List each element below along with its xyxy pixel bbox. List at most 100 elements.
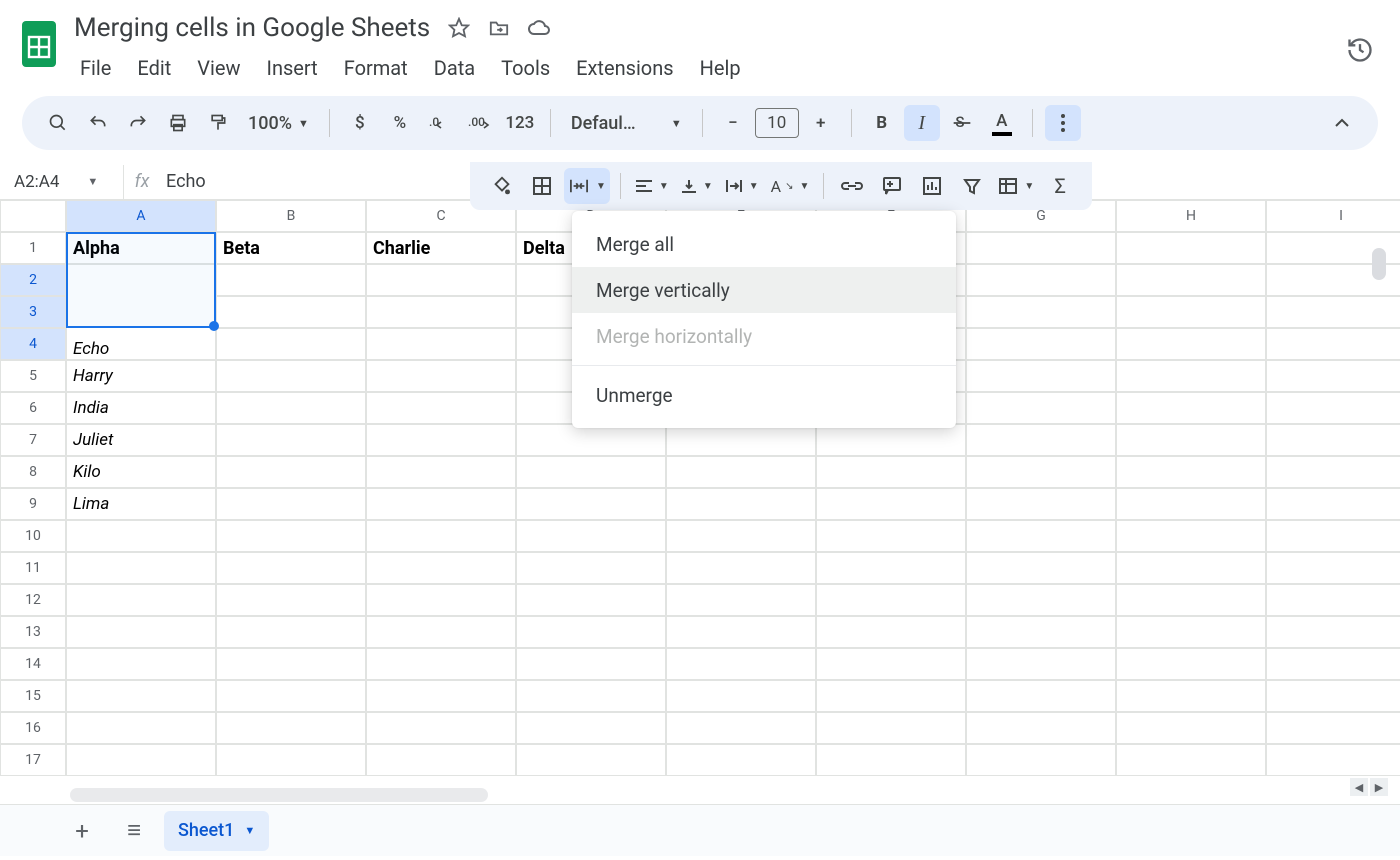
- row-header-6[interactable]: 6: [0, 392, 66, 424]
- cell-a6[interactable]: India: [66, 392, 216, 424]
- select-all-corner[interactable]: [0, 200, 66, 232]
- cell-g9[interactable]: [966, 488, 1116, 520]
- cell-d7[interactable]: [516, 424, 666, 456]
- row-header-5[interactable]: 5: [0, 360, 66, 392]
- cell-f17[interactable]: [816, 744, 966, 776]
- cell-c13[interactable]: [366, 616, 516, 648]
- cell-a10[interactable]: [66, 520, 216, 552]
- cell-f16[interactable]: [816, 712, 966, 744]
- cell-b16[interactable]: [216, 712, 366, 744]
- cell-a16[interactable]: [66, 712, 216, 744]
- text-color-button[interactable]: A: [984, 105, 1020, 141]
- bold-button[interactable]: B: [864, 105, 900, 141]
- row-header-12[interactable]: 12: [0, 584, 66, 616]
- cell-c10[interactable]: [366, 520, 516, 552]
- vertical-align-dropdown[interactable]: ▼: [677, 168, 717, 204]
- cell-e11[interactable]: [666, 552, 816, 584]
- cell-a7[interactable]: Juliet: [66, 424, 216, 456]
- cell-i11[interactable]: [1266, 552, 1400, 584]
- cell-a5[interactable]: Harry: [66, 360, 216, 392]
- cell-d12[interactable]: [516, 584, 666, 616]
- unmerge-option[interactable]: Unmerge: [572, 372, 956, 418]
- currency-button[interactable]: $: [342, 105, 378, 141]
- cell-a9[interactable]: Lima: [66, 488, 216, 520]
- cell-i6[interactable]: [1266, 392, 1400, 424]
- cell-i8[interactable]: [1266, 456, 1400, 488]
- cell-b9[interactable]: [216, 488, 366, 520]
- insert-link-icon[interactable]: [834, 168, 870, 204]
- cell-h14[interactable]: [1116, 648, 1266, 680]
- row-header-11[interactable]: 11: [0, 552, 66, 584]
- cell-h13[interactable]: [1116, 616, 1266, 648]
- cell-e12[interactable]: [666, 584, 816, 616]
- cell-e8[interactable]: [666, 456, 816, 488]
- col-header-a[interactable]: A: [66, 200, 216, 232]
- text-rotation-dropdown[interactable]: A↘▼: [767, 168, 814, 204]
- cell-i3[interactable]: [1266, 296, 1400, 328]
- cell-g4[interactable]: [966, 328, 1116, 360]
- menu-file[interactable]: File: [68, 52, 123, 84]
- undo-icon[interactable]: [80, 105, 116, 141]
- font-size-input[interactable]: 10: [755, 108, 799, 138]
- cell-h17[interactable]: [1116, 744, 1266, 776]
- cell-c3[interactable]: [366, 296, 516, 328]
- cell-d16[interactable]: [516, 712, 666, 744]
- cell-g5[interactable]: [966, 360, 1116, 392]
- cell-i17[interactable]: [1266, 744, 1400, 776]
- cell-f12[interactable]: [816, 584, 966, 616]
- cell-d9[interactable]: [516, 488, 666, 520]
- version-history-icon[interactable]: [1346, 36, 1376, 66]
- cell-g8[interactable]: [966, 456, 1116, 488]
- decrease-decimal-icon[interactable]: .0: [422, 105, 458, 141]
- cell-d11[interactable]: [516, 552, 666, 584]
- cell-h11[interactable]: [1116, 552, 1266, 584]
- cell-a1[interactable]: Alpha: [66, 232, 216, 264]
- cell-i16[interactable]: [1266, 712, 1400, 744]
- cell-b10[interactable]: [216, 520, 366, 552]
- cell-e17[interactable]: [666, 744, 816, 776]
- cell-h6[interactable]: [1116, 392, 1266, 424]
- row-header-13[interactable]: 13: [0, 616, 66, 648]
- row-header-9[interactable]: 9: [0, 488, 66, 520]
- cell-g12[interactable]: [966, 584, 1116, 616]
- cell-c11[interactable]: [366, 552, 516, 584]
- cell-a15[interactable]: [66, 680, 216, 712]
- document-title[interactable]: Merging cells in Google Sheets: [72, 11, 432, 45]
- number-format-button[interactable]: 123: [502, 105, 538, 141]
- print-icon[interactable]: [160, 105, 196, 141]
- sheet-tab-1[interactable]: Sheet1 ▼: [164, 811, 269, 851]
- paint-format-icon[interactable]: [200, 105, 236, 141]
- italic-button[interactable]: I: [904, 105, 940, 141]
- cell-c17[interactable]: [366, 744, 516, 776]
- row-header-1[interactable]: 1: [0, 232, 66, 264]
- merge-vertically-option[interactable]: Merge vertically: [572, 267, 956, 313]
- cell-e15[interactable]: [666, 680, 816, 712]
- cell-d13[interactable]: [516, 616, 666, 648]
- table-view-dropdown[interactable]: ▼: [994, 168, 1038, 204]
- cell-f10[interactable]: [816, 520, 966, 552]
- cell-b3[interactable]: [216, 296, 366, 328]
- cell-g1[interactable]: [966, 232, 1116, 264]
- move-folder-icon[interactable]: [486, 15, 512, 41]
- vertical-scrollbar-thumb[interactable]: [1372, 248, 1386, 280]
- cell-a13[interactable]: [66, 616, 216, 648]
- cell-h7[interactable]: [1116, 424, 1266, 456]
- cell-f7[interactable]: [816, 424, 966, 456]
- row-header-15[interactable]: 15: [0, 680, 66, 712]
- cell-a11[interactable]: [66, 552, 216, 584]
- row-header-2[interactable]: 2: [0, 264, 66, 296]
- cell-g14[interactable]: [966, 648, 1116, 680]
- all-sheets-button[interactable]: ≡: [112, 809, 156, 853]
- cell-c5[interactable]: [366, 360, 516, 392]
- row-header-4[interactable]: 4: [0, 328, 66, 360]
- collapse-toolbar-icon[interactable]: [1324, 105, 1360, 141]
- row-header-3[interactable]: 3: [0, 296, 66, 328]
- cell-f8[interactable]: [816, 456, 966, 488]
- font-dropdown[interactable]: Defaul…▼: [563, 105, 690, 141]
- menu-insert[interactable]: Insert: [255, 52, 330, 84]
- cell-d8[interactable]: [516, 456, 666, 488]
- cell-e16[interactable]: [666, 712, 816, 744]
- cell-g3[interactable]: [966, 296, 1116, 328]
- zoom-dropdown[interactable]: 100%▼: [240, 105, 317, 141]
- percent-button[interactable]: %: [382, 105, 418, 141]
